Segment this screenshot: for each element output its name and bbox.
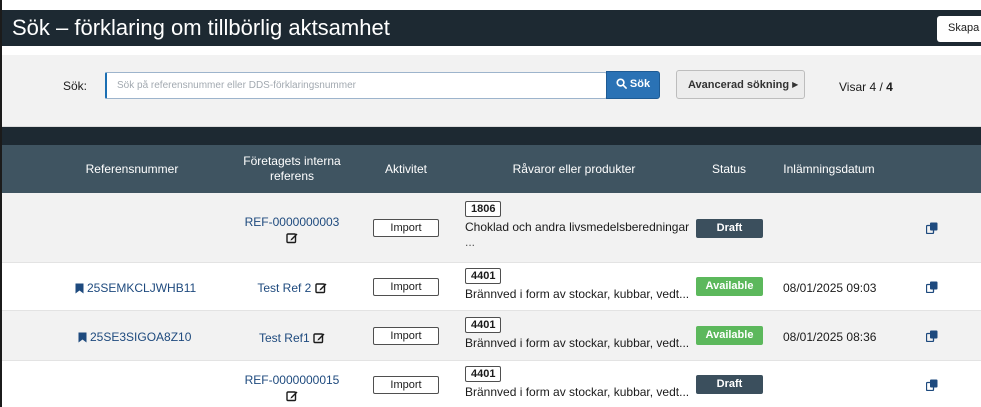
column-header-products[interactable]: Råvaror eller produkter	[464, 145, 684, 193]
app-frame: Sök – förklaring om tillbörlig aktsamhet…	[0, 0, 981, 407]
copy-icon[interactable]	[926, 222, 938, 234]
product-cell: 1806 Choklad och andra livsmedelsberedni…	[465, 201, 690, 249]
product-cell: 4401 Brännved i form av stockar, kubbar,…	[465, 317, 690, 350]
product-description: Brännved i form av stockar, kubbar, vedt…	[465, 287, 690, 301]
create-button-label: Skapa	[948, 22, 980, 34]
search-button-label: Sök	[629, 78, 651, 90]
internal-ref-link[interactable]: REF-0000000015	[232, 372, 352, 388]
product-code: 4401	[465, 366, 502, 382]
column-header-status[interactable]: Status	[694, 145, 764, 193]
column-header-activity[interactable]: Aktivitet	[368, 145, 444, 193]
bookmark-icon	[78, 332, 87, 342]
product-cell: 4401 Brännved i form av stockar, kubbar,…	[465, 268, 690, 301]
search-input[interactable]	[105, 72, 607, 99]
submitted-date: 08/01/2025 09:03	[783, 281, 877, 295]
column-header-internal-line2: referens	[269, 169, 315, 183]
edit-icon[interactable]	[314, 282, 327, 294]
product-cell: 4401 Brännved i form av stockar, kubbar,…	[465, 366, 690, 399]
chevron-right-icon: ▶	[792, 80, 799, 89]
submitted-date: 08/01/2025 08:36	[783, 330, 877, 344]
edit-icon[interactable]	[286, 390, 298, 402]
search-icon	[616, 78, 627, 89]
status-badge: Draft	[696, 375, 763, 394]
product-code: 4401	[465, 268, 502, 284]
copy-icon[interactable]	[926, 330, 938, 342]
reference-link[interactable]: 25SE3SIGOA8Z10	[78, 330, 191, 344]
activity-badge: Import	[373, 219, 439, 237]
product-description: Brännved i form av stockar, kubbar, vedt…	[465, 336, 690, 350]
status-badge: Available	[696, 326, 763, 345]
activity-badge: Import	[373, 278, 439, 296]
create-button[interactable]: Skapa▾	[937, 16, 981, 42]
advanced-search-button[interactable]: Avancerad sökning ▶	[676, 70, 805, 99]
table-row: REF-0000000003 Import 1806 Choklad och a…	[2, 193, 981, 263]
copy-icon[interactable]	[926, 281, 938, 293]
column-header-internal-reference[interactable]: Företagets interna referens	[232, 145, 352, 193]
column-header-submitted[interactable]: Inlämningsdatum	[774, 145, 884, 193]
page-title: Sök – förklaring om tillbörlig aktsamhet	[12, 15, 390, 40]
product-code: 4401	[465, 317, 502, 333]
reference-number: 25SEMKCLJWHB11	[87, 281, 197, 295]
reference-link[interactable]: 25SEMKCLJWHB11	[75, 281, 196, 295]
copy-icon[interactable]	[926, 379, 938, 391]
product-code: 1806	[465, 201, 502, 217]
column-header-internal-line1: Företagets interna	[243, 154, 341, 168]
internal-ref-link[interactable]: Test Ref 2	[257, 281, 311, 295]
results-count-prefix: Visar 4 /	[839, 80, 887, 94]
reference-number: 25SE3SIGOA8Z10	[90, 330, 192, 344]
edit-icon[interactable]	[286, 232, 298, 244]
page-header: Sök – förklaring om tillbörlig aktsamhet…	[2, 10, 981, 46]
column-header-reference[interactable]: Referensnummer	[62, 145, 202, 193]
internal-ref-link[interactable]: Test Ref1	[259, 331, 310, 345]
internal-ref-cell: REF-0000000003	[232, 214, 352, 246]
status-badge: Draft	[696, 219, 763, 238]
bookmark-icon	[75, 283, 84, 293]
product-description: Choklad och andra livsmedelsberedningar	[465, 220, 690, 234]
edit-icon[interactable]	[313, 332, 325, 344]
search-button[interactable]: Sök	[606, 71, 660, 99]
internal-ref-cell: Test Ref 2	[232, 280, 352, 296]
activity-badge: Import	[373, 327, 439, 345]
results-count-total: 4	[886, 80, 893, 94]
product-more: ...	[465, 235, 476, 249]
internal-ref-cell: REF-0000000015	[232, 372, 352, 404]
search-label: Sök:	[63, 79, 88, 93]
table-row: 25SEMKCLJWHB11 Test Ref 2 Import 4401 Br…	[2, 263, 981, 311]
product-description: Brännved i form av stockar, kubbar, vedt…	[465, 385, 690, 399]
internal-ref-cell: Test Ref1	[232, 330, 352, 346]
table-row: 25SE3SIGOA8Z10 Test Ref1 Import 4401 Brä…	[2, 311, 981, 361]
table-header: Referensnummer Företagets interna refere…	[2, 145, 981, 193]
search-panel: Sök: Sök Avancerad sökning▶ Visar 4 / 4	[2, 55, 981, 127]
advanced-search-label: Avancerad sökning	[688, 79, 790, 91]
table-toolbar-band	[2, 127, 981, 145]
status-badge: Available	[696, 277, 763, 296]
table-row: REF-0000000015 Import 4401 Brännved i fo…	[2, 361, 981, 407]
internal-ref-link[interactable]: REF-0000000003	[232, 214, 352, 230]
results-count: Visar 4 / 4	[839, 80, 893, 94]
activity-badge: Import	[373, 376, 439, 394]
